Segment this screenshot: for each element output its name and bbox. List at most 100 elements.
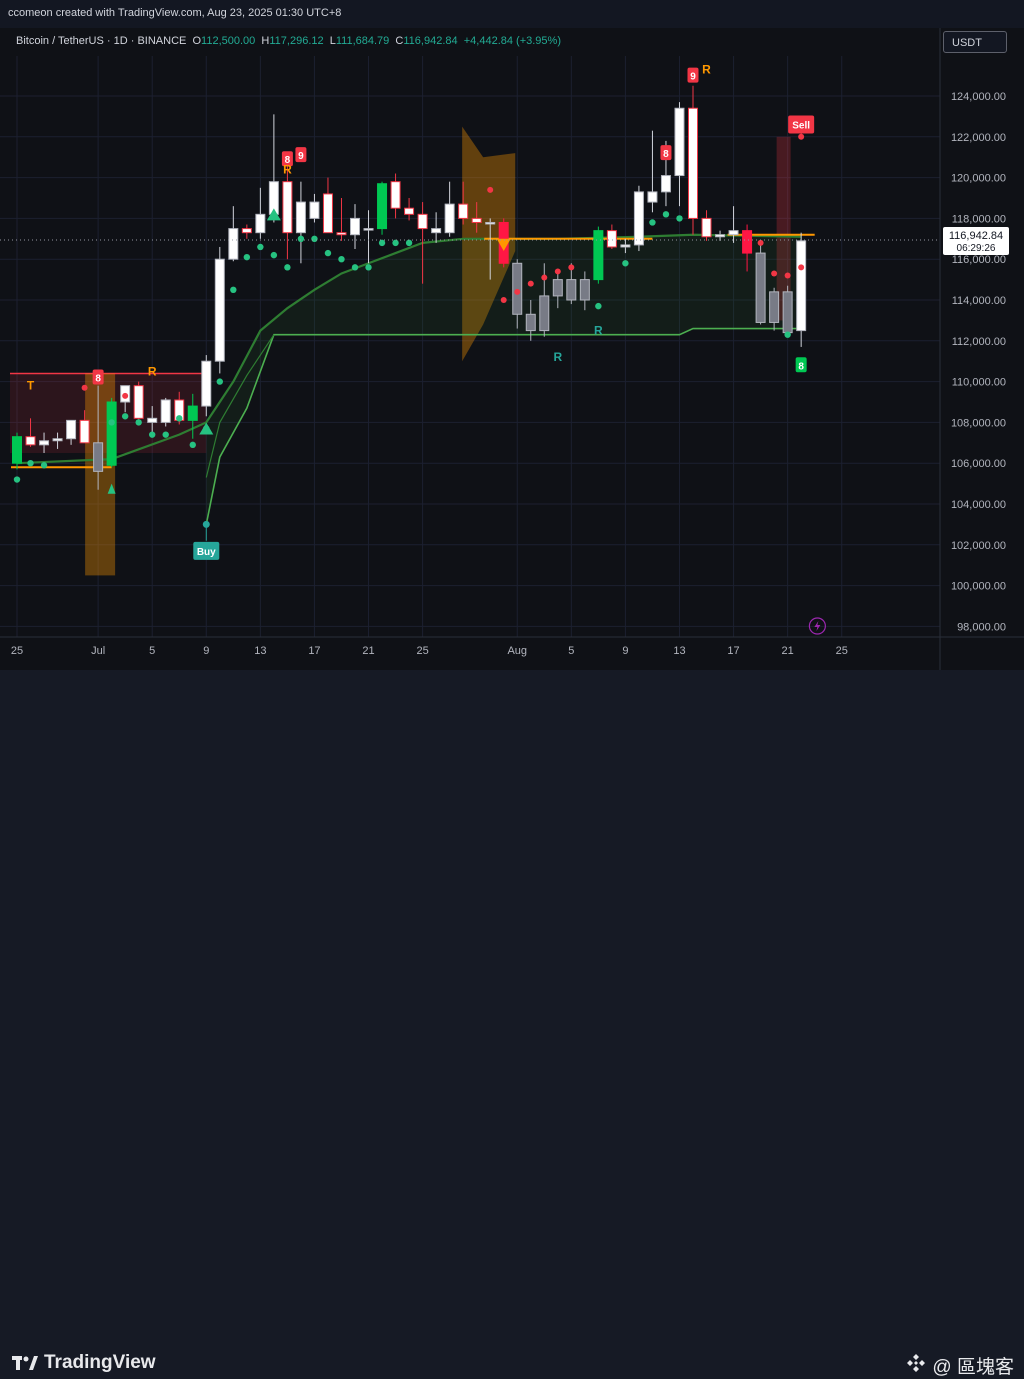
candle-body [160,399,171,423]
currency-button[interactable]: USDT [943,31,1007,53]
x-tick-label: 5 [568,645,574,657]
candle-body [309,201,320,219]
green-dot [595,302,602,310]
candle-body [660,175,671,193]
price-chart[interactable]: T 8R8R9RR89R8BuySell124,000.00122,000.001… [0,28,1024,670]
green-dot [13,476,21,483]
green-dot [189,441,196,449]
y-tick-label: 100,000.00 [951,581,1006,593]
candle-body [228,228,239,260]
red-dot [568,264,575,271]
y-tick-label: 114,000.00 [952,295,1006,307]
candle-body [647,191,658,203]
x-tick-label: 17 [727,645,739,657]
candle-body [606,230,617,248]
red-dot [771,270,778,277]
candle-body [566,279,577,301]
red-dot [798,264,805,271]
credit-text: ccomeon created with TradingView.com, Au… [8,7,342,19]
close-value: 116,942.84 [403,35,458,47]
high-value: 117,296.12 [269,35,324,47]
candle-body [336,232,347,236]
candle-body [93,442,104,472]
candle-body [66,419,77,440]
green-dot [365,264,372,271]
low-value: 111,684.79 [335,35,390,47]
y-tick-label: 110,000.00 [952,377,1006,389]
open-label: O [192,35,202,47]
y-tick-label: 108,000.00 [951,417,1006,429]
top-bar: ccomeon created with TradingView.com, Au… [0,0,1024,28]
candle-body [147,417,158,423]
chart-area[interactable]: T 8 R 8 R 9 R R 8 9 R 8 Buy Sell 124,000.00 122,000.00 1… [0,28,1024,670]
candle-body [201,360,212,407]
candle-body [187,405,198,421]
candle-body [390,181,401,209]
y-tick-label: 104,000.00 [951,499,1006,511]
x-tick-label: 13 [673,645,685,657]
y-tick-label: 98,000.00 [957,621,1006,633]
candle-body [769,291,780,323]
y-tick-label: 116,000.00 [952,254,1006,266]
sell-anchor-dot [798,133,805,140]
candle-body [579,279,590,301]
candle-body [620,244,631,248]
price-tag-value: 116,942.84 [949,230,1003,242]
red-dot [122,392,129,399]
y-tick-label: 112,000.00 [952,336,1006,348]
red-dot [554,268,561,275]
signal-letter: R [148,364,157,378]
green-dot [216,378,223,385]
sell-signal-label: Sell [792,121,810,132]
candle-body [404,207,415,215]
symbol-legend: Bitcoin / TetherUS · 1D · BINANCE O112,5… [16,35,561,47]
count-label: 8 [798,361,804,372]
candle-body [282,181,293,234]
candle-body [701,217,712,238]
candle-body [512,262,523,315]
tradingview-brand[interactable]: TradingView [12,1352,156,1374]
green-dot [311,235,318,242]
x-tick-label: 9 [622,645,628,657]
candle-body [796,240,807,332]
red-dot [784,272,791,279]
green-dot [378,239,386,247]
signal-letter: R [553,350,562,364]
price-tag-countdown: 06:29:26 [957,243,996,254]
y-tick-label: 120,000.00 [951,173,1006,185]
candle-body [377,183,388,230]
change-value: +4,442.84 (+3.95%) [463,35,561,47]
green-dot [405,239,413,247]
green-dot [392,239,399,247]
candle-body [255,213,266,234]
green-dot [162,431,169,438]
green-dot [324,249,332,257]
green-dot [257,243,264,251]
candle-body [133,385,144,419]
open-value: 112,500.00 [201,35,256,47]
candle-body [633,191,644,246]
brand-text: TradingView [44,1352,156,1373]
candle-body [688,107,698,219]
green-dot [176,415,183,422]
x-tick-label: 13 [254,645,266,657]
red-dot [757,239,764,246]
symbol-name: Bitcoin / TetherUS · 1D · BINANCE [16,35,187,47]
buy-signal-label: Buy [197,547,216,558]
candle-body [417,213,428,230]
footer: TradingView @ 區塊客 [0,670,1024,1378]
x-tick-label: 25 [836,645,848,657]
green-dot [230,286,237,293]
candle-body [322,193,333,234]
green-dot [622,260,629,267]
x-tick-label: 25 [416,645,428,657]
candle-body [674,107,685,177]
x-tick-label: Jul [91,645,105,657]
candle-body [593,230,604,281]
candle-body [295,201,306,234]
green-dot [27,460,34,467]
candle-body [25,436,36,446]
red-dot [514,288,521,295]
green-dot [784,331,791,338]
signal-letter: R [283,162,292,176]
